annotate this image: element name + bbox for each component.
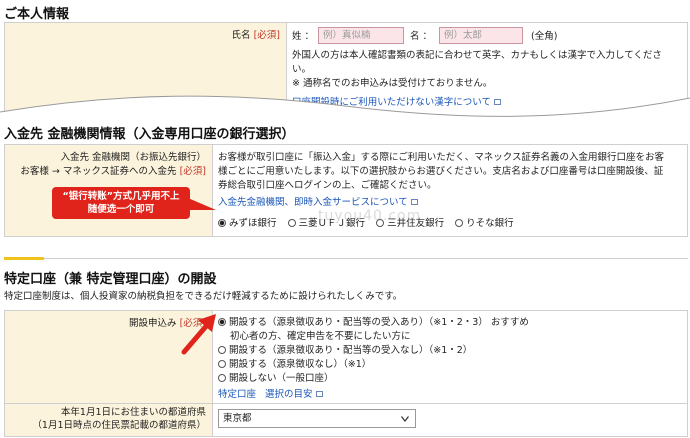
- chevron-down-icon: [401, 416, 409, 422]
- section-title-bank: 入金先 金融機関情報（入金専用口座の銀行選択）: [4, 127, 295, 142]
- pref-label-cell: 本年1月1日にお住まいの都道府県 （1月1日時点の住民票記載の都道府県）: [5, 404, 213, 436]
- bank-option-resona[interactable]: りそな銀行: [455, 218, 514, 229]
- radio-selected-icon[interactable]: [218, 219, 226, 227]
- selection-guide-link[interactable]: 選択の目安: [265, 389, 313, 400]
- pref-label-line2: （1月1日時点の住民票記載の都道府県）: [32, 420, 206, 431]
- required-badge: [必須]: [253, 30, 280, 41]
- tokutei-links: 特定口座 選択の目安: [218, 388, 323, 402]
- callout-pointer-icon: [188, 198, 216, 210]
- tokutei-intro: 特定口座制度は、個人投資家の納税負担をできるだけ軽減するために設けられたしくみで…: [4, 291, 403, 302]
- section-title-tokutei: 特定口座（兼 特定管理口座）の開設: [4, 272, 217, 287]
- tokutei-option-3[interactable]: 開設する（源泉徴収なし）（※1）: [218, 358, 371, 372]
- bank-label-line1: 入金先 金融機関（お振込先銀行）: [60, 152, 206, 163]
- tokutei-option-2[interactable]: 開設する（源泉徴収あり・配当等の受入なし）（※1・2）: [218, 344, 472, 358]
- bank-option-mizuho[interactable]: みずほ銀行: [218, 218, 277, 229]
- tokutei-option-4[interactable]: 開設しない（一般口座）: [218, 372, 334, 386]
- external-link-icon: [410, 199, 418, 205]
- recommend-note: 初心者の方、確定申告を不要にしたい方に: [230, 331, 411, 342]
- arrow-icon: [181, 314, 216, 355]
- bank-label-line2: お客様 → マネックス証券への入金先 [必須]: [20, 166, 206, 177]
- required-badge: [必須]: [179, 166, 206, 177]
- radio-icon[interactable]: [218, 374, 226, 382]
- fullwidth-note: (全角): [531, 31, 558, 42]
- sei-label: 姓 ：: [292, 31, 315, 42]
- prefecture-select[interactable]: 東京都: [218, 409, 416, 428]
- tokutei-table: 開設申込み [必須] 開設する（源泉徴収あり・配当等の受入あり）（※1・2・3）…: [4, 310, 688, 437]
- mei-input[interactable]: 例）太郎: [439, 27, 523, 44]
- bank-desc-line1: お客様が取引口座に「振込入金」する際にご利用いただく、マネックス証券名義の入金用…: [218, 152, 665, 163]
- tokutei-link[interactable]: 特定口座: [218, 389, 256, 400]
- name-label: 氏名 [必須]: [231, 30, 280, 41]
- radio-icon[interactable]: [287, 219, 296, 227]
- external-link-icon: [315, 391, 323, 397]
- radio-icon[interactable]: [218, 360, 226, 368]
- torn-edge-divider: [0, 95, 690, 124]
- bank-desc-line2: 様ごとにご用意いたします。以下の選択肢からお選びください。支店名および口座番号は…: [218, 166, 664, 177]
- mei-label: 名 ：: [410, 31, 433, 42]
- foreigner-note-line2: い。: [292, 64, 312, 75]
- watermark: tuyou40.com: [318, 208, 422, 224]
- section-accent-bar: [4, 257, 44, 260]
- tokutei-option-1[interactable]: 開設する（源泉徴収あり・配当等の受入あり）（※1・2・3） おすすめ: [218, 316, 529, 330]
- section-divider: [4, 258, 688, 259]
- pref-label-line1: 本年1月1日にお住まいの都道府県: [60, 407, 206, 418]
- annotation-callout: “银行转账”方式几乎用不上 随便选一个即可: [52, 187, 190, 219]
- bank-desc-line3: 券総合取引口座へログインの上、ご確認ください。: [218, 180, 437, 191]
- sei-input[interactable]: 例）真似楠: [318, 27, 404, 44]
- section-title-personal: ご本人情報: [4, 7, 70, 22]
- foreigner-note-line1: 外国人の方は本人確認書類の表記に合わせて英字、カナもしくは漢字で入力してくださ: [292, 50, 662, 61]
- radio-icon[interactable]: [455, 219, 464, 227]
